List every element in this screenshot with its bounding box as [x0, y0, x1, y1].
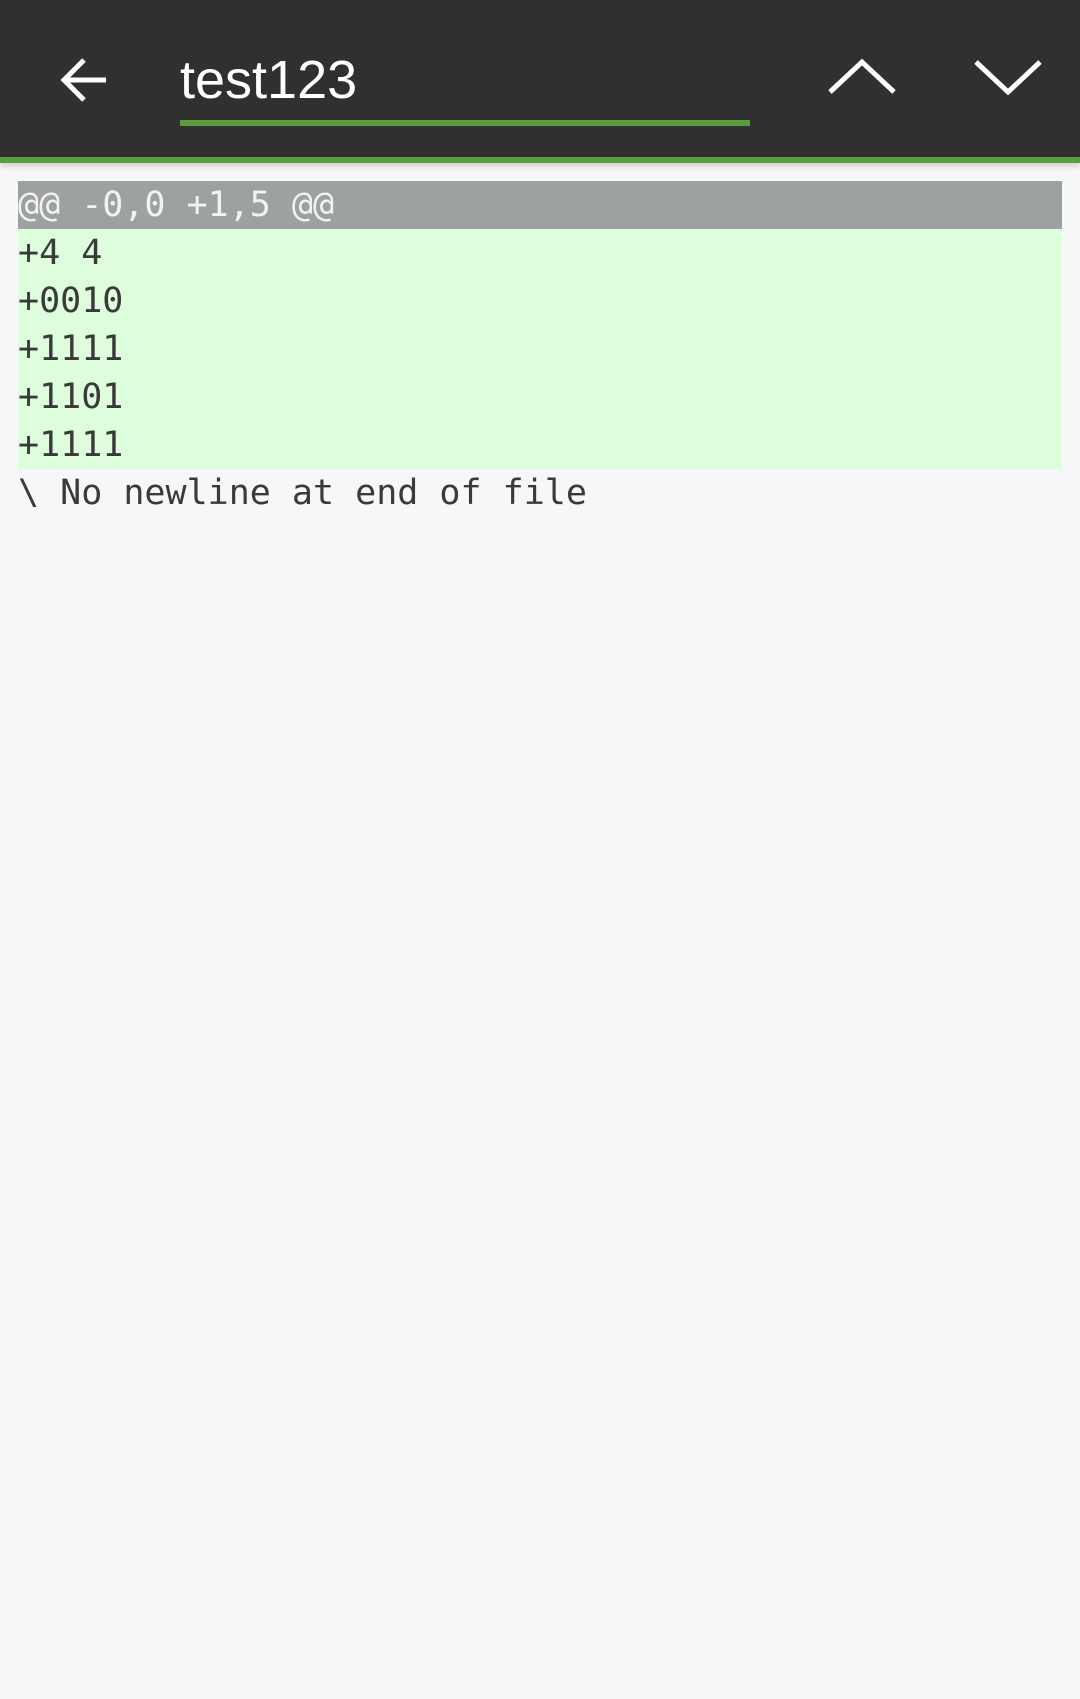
arrow-left-icon[interactable]	[56, 52, 112, 108]
search-underline	[180, 120, 750, 126]
search-input[interactable]	[180, 40, 750, 120]
diff-added-line: +1101	[18, 373, 1062, 421]
diff-hunk-header: @@ -0,0 +1,5 @@	[18, 181, 1062, 229]
diff-added-line: +0010	[18, 277, 1062, 325]
diff-view: @@ -0,0 +1,5 @@ +4 4 +0010 +1111 +1101 +…	[18, 181, 1062, 517]
diff-added-line: +1111	[18, 325, 1062, 373]
search-field[interactable]	[180, 40, 750, 126]
diff-added-line: +1111	[18, 421, 1062, 469]
toolbar-accent-line	[0, 157, 1080, 163]
chevron-down-icon[interactable]	[972, 54, 1044, 98]
chevron-up-icon[interactable]	[826, 54, 898, 98]
diff-no-newline-note: \ No newline at end of file	[18, 473, 587, 513]
toolbar	[0, 0, 1080, 157]
diff-added-line: +4 4	[18, 229, 1062, 277]
